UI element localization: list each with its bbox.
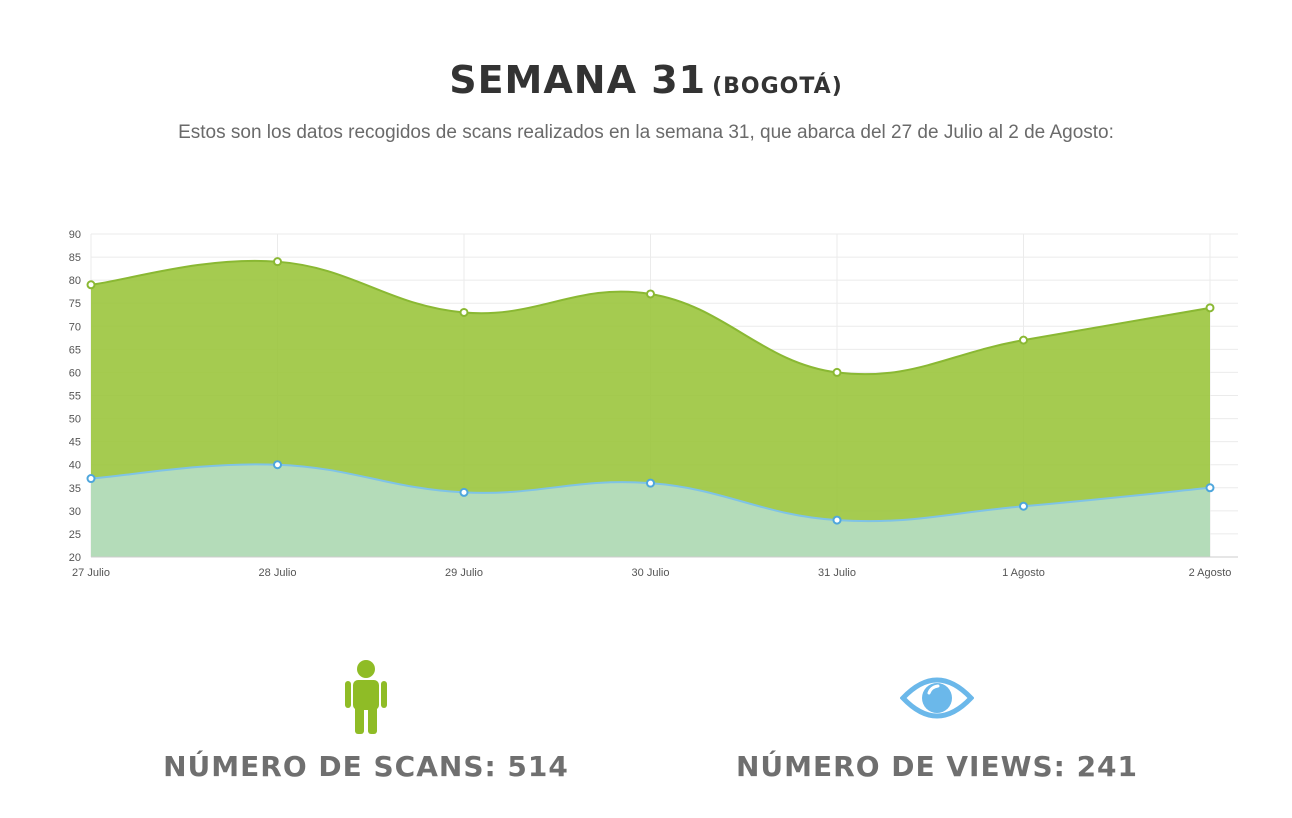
x-tick-label: 29 Julio xyxy=(445,567,483,579)
data-point xyxy=(646,289,655,299)
y-tick-label: 50 xyxy=(69,414,81,426)
y-tick-label: 25 xyxy=(69,529,81,541)
y-tick-label: 45 xyxy=(69,437,81,449)
data-point xyxy=(459,307,469,317)
y-tick-label: 40 xyxy=(69,460,81,472)
scans-count: NÚMERO DE SCANS: 514 xyxy=(163,750,569,783)
person-icon xyxy=(345,660,387,734)
y-tick-label: 65 xyxy=(69,344,81,356)
data-point xyxy=(1019,335,1028,345)
data-point xyxy=(273,460,282,470)
data-point xyxy=(646,478,655,488)
data-point xyxy=(1019,501,1028,511)
x-tick-label: 30 Julio xyxy=(632,567,670,579)
y-tick-label: 70 xyxy=(69,321,81,333)
y-tick-label: 80 xyxy=(69,275,81,287)
data-point xyxy=(1205,303,1215,313)
x-tick-label: 2 Agosto xyxy=(1189,567,1232,579)
data-point xyxy=(832,515,842,525)
y-tick-label: 30 xyxy=(69,506,81,518)
x-tick-label: 31 Julio xyxy=(818,567,856,579)
eye-icon xyxy=(900,677,974,719)
y-tick-label: 90 xyxy=(69,229,81,241)
x-tick-label: 28 Julio xyxy=(259,567,297,579)
data-point xyxy=(1205,483,1215,493)
area-chart: 20 25 30 35 40 45 50 55 60 65 70 75 80 85 90 27 Julio 28… xyxy=(69,229,1238,579)
y-tick-label: 85 xyxy=(69,252,81,264)
y-tick-label: 20 xyxy=(69,552,81,564)
y-tick-label: 55 xyxy=(69,391,81,403)
views-stat: NÚMERO DE VIEWS: 241 xyxy=(687,660,1187,783)
data-point xyxy=(459,487,469,497)
data-point xyxy=(273,257,282,267)
y-tick-label: 35 xyxy=(69,483,81,495)
x-tick-label: 1 Agosto xyxy=(1002,567,1045,579)
y-tick-label: 75 xyxy=(69,298,81,310)
data-point xyxy=(86,280,96,290)
y-tick-label: 60 xyxy=(69,367,81,379)
x-tick-label: 27 Julio xyxy=(72,567,110,579)
views-count: NÚMERO DE VIEWS: 241 xyxy=(735,750,1139,783)
scans-stat: NÚMERO DE SCANS: 514 xyxy=(116,660,616,783)
data-point xyxy=(832,367,842,377)
data-point xyxy=(86,474,96,484)
